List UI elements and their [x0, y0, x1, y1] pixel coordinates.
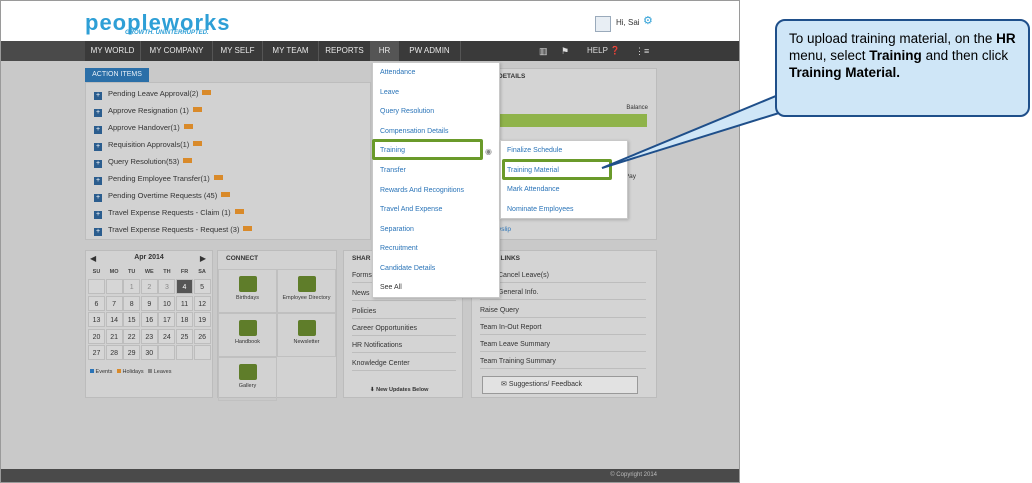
- callout-bold-hr: HR: [996, 31, 1016, 46]
- callout-text-1: To upload training material, on the: [789, 31, 997, 46]
- callout-bold-training: Training: [869, 48, 922, 63]
- callout-text-4: .: [896, 65, 901, 80]
- callout-text-2: menu, select: [789, 48, 870, 63]
- callout-text-3: and then click: [921, 48, 1009, 63]
- callout-bold-training-material: Training Material: [789, 65, 897, 80]
- instruction-callout: To upload training material, on the HR m…: [775, 19, 1030, 117]
